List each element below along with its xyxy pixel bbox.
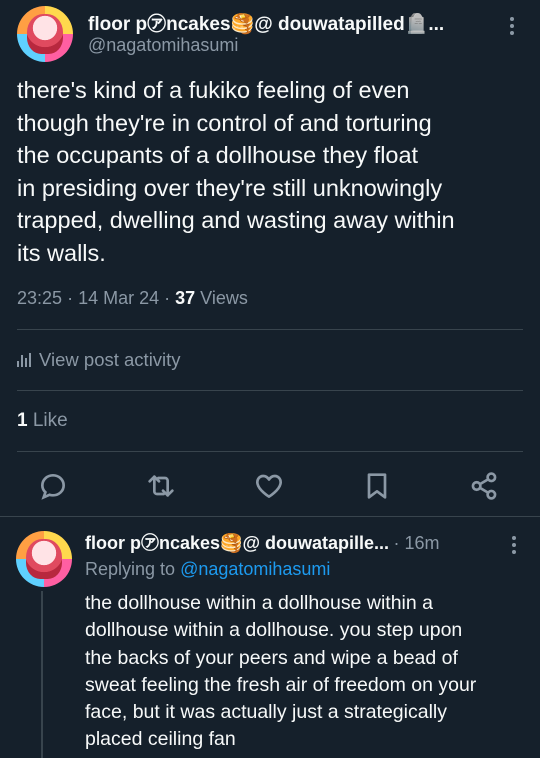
thread-line — [41, 591, 43, 758]
share-icon[interactable] — [468, 470, 500, 502]
replying-to-handle[interactable]: @nagatomihasumi — [180, 559, 330, 579]
replying-prefix: Replying to — [85, 559, 176, 579]
reply-avatar[interactable] — [16, 531, 72, 587]
post-text: there's kind of a fukiko feeling of even… — [17, 77, 455, 266]
view-activity-link[interactable]: View post activity — [17, 349, 181, 371]
heart-icon[interactable] — [253, 470, 285, 502]
views-count: 37 — [175, 288, 196, 308]
display-name[interactable]: floor p㋐ncakes🥞@ douwatapilled🪦... — [88, 9, 488, 36]
avatar-image — [27, 13, 63, 55]
reply-time[interactable]: 16m — [404, 533, 439, 553]
bookmark-icon[interactable] — [361, 470, 393, 502]
more-options-icon[interactable] — [502, 14, 522, 38]
avatar-image — [26, 538, 62, 580]
action-bar — [0, 466, 540, 506]
post-time[interactable]: 23:25 — [17, 288, 62, 308]
reply-time-separator: · — [393, 533, 405, 553]
repost-icon[interactable] — [145, 470, 177, 502]
views-label: Views — [200, 288, 248, 308]
likes-label: Like — [32, 410, 68, 431]
post-date[interactable]: 14 Mar 24 — [78, 288, 159, 308]
replying-to: Replying to @nagatomihasumi — [85, 559, 330, 580]
analytics-icon — [17, 353, 31, 367]
likes-count: 1 — [17, 410, 28, 431]
activity-label: View post activity — [39, 349, 181, 370]
divider — [17, 451, 523, 452]
reply-icon[interactable] — [37, 470, 69, 502]
divider — [17, 390, 523, 391]
divider — [17, 329, 523, 330]
divider — [0, 516, 540, 517]
reply-more-options-icon[interactable] — [504, 533, 524, 557]
avatar[interactable] — [17, 6, 73, 62]
user-handle[interactable]: @nagatomihasumi — [88, 35, 238, 56]
meta-separator: · — [67, 288, 79, 308]
likes-summary[interactable]: 1 Like — [17, 410, 68, 432]
post-meta: 23:25 · 14 Mar 24 · 37 Views — [17, 288, 248, 309]
meta-separator: · — [164, 288, 176, 308]
reply-display-name[interactable]: floor p㋐ncakes🥞@ douwatapille... — [85, 533, 389, 553]
reply-text: the dollhouse within a dollhouse within … — [85, 592, 477, 751]
